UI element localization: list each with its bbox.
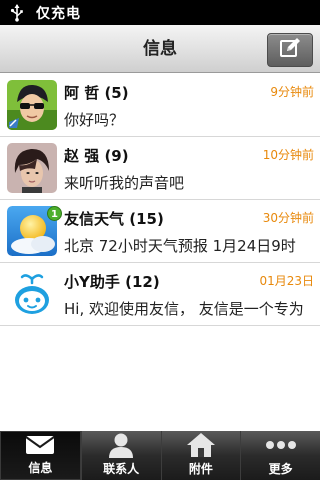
timestamp: 10分钟前 — [262, 148, 314, 162]
message-icon — [20, 432, 60, 458]
tab-label: 联系人 — [103, 462, 140, 476]
tab-label: 信息 — [28, 461, 53, 475]
usb-icon — [0, 0, 34, 25]
charging-status-text: 仅充电 — [36, 5, 81, 22]
title-bar: 信息 — [0, 25, 320, 73]
avatar — [7, 80, 57, 130]
home-icon — [181, 431, 221, 459]
timestamp: 9分钟前 — [270, 85, 314, 99]
contact-name: 小Y助手 (12) — [64, 273, 160, 291]
conversation-row-weather[interactable]: 1 友信天气 (15) 30分钟前 北京 72小时天气预报 1月24日9时 — [0, 200, 320, 263]
contact-name: 阿 哲 (5) — [64, 84, 129, 102]
tab-more[interactable]: 更多 — [240, 431, 320, 480]
tab-attachments[interactable]: 附件 — [160, 431, 241, 480]
tab-contacts[interactable]: 联系人 — [80, 431, 161, 480]
contact-name: 友信天气 (15) — [64, 210, 164, 228]
avatar — [7, 143, 57, 193]
screen: 仅充电 信息 阿 哲 (5) 9分钟前 你好吗？ 赵 强 (9) 10分钟前 来… — [0, 0, 320, 480]
more-icon — [261, 431, 301, 459]
conversation-row-ah-zhe[interactable]: 阿 哲 (5) 9分钟前 你好吗？ — [0, 74, 320, 137]
tab-label: 附件 — [188, 462, 213, 476]
tab-label: 更多 — [268, 462, 293, 476]
timestamp: 01月23日 — [259, 274, 314, 288]
conversation-row-assistant[interactable]: 小Y助手 (12) 01月23日 Hi, 欢迎使用友信， 友信是一个专为 — [0, 263, 320, 326]
tab-messages[interactable]: 信息 — [0, 431, 81, 480]
bottom-tab-bar: 信息 联系人 附件 更多 — [0, 431, 320, 480]
conversation-list: 阿 哲 (5) 9分钟前 你好吗？ 赵 强 (9) 10分钟前 来听听我的声音吧… — [0, 74, 320, 326]
contact-name: 赵 强 (9) — [64, 147, 129, 165]
message-preview: 北京 72小时天气预报 1月24日9时 — [64, 237, 296, 255]
timestamp: 30分钟前 — [262, 211, 314, 225]
status-bar: 仅充电 — [0, 0, 320, 25]
assistant-icon — [7, 269, 57, 319]
conversation-row-zhao-qiang[interactable]: 赵 强 (9) 10分钟前 来听听我的声音吧 — [0, 137, 320, 200]
compose-button[interactable] — [267, 33, 313, 67]
message-preview: Hi, 欢迎使用友信， 友信是一个专为 — [64, 300, 304, 318]
contacts-icon — [101, 431, 141, 459]
unread-badge: 1 — [47, 206, 62, 221]
compose-icon — [279, 37, 301, 63]
message-preview: 来听听我的声音吧 — [64, 174, 185, 192]
message-preview: 你好吗？ — [64, 111, 125, 129]
